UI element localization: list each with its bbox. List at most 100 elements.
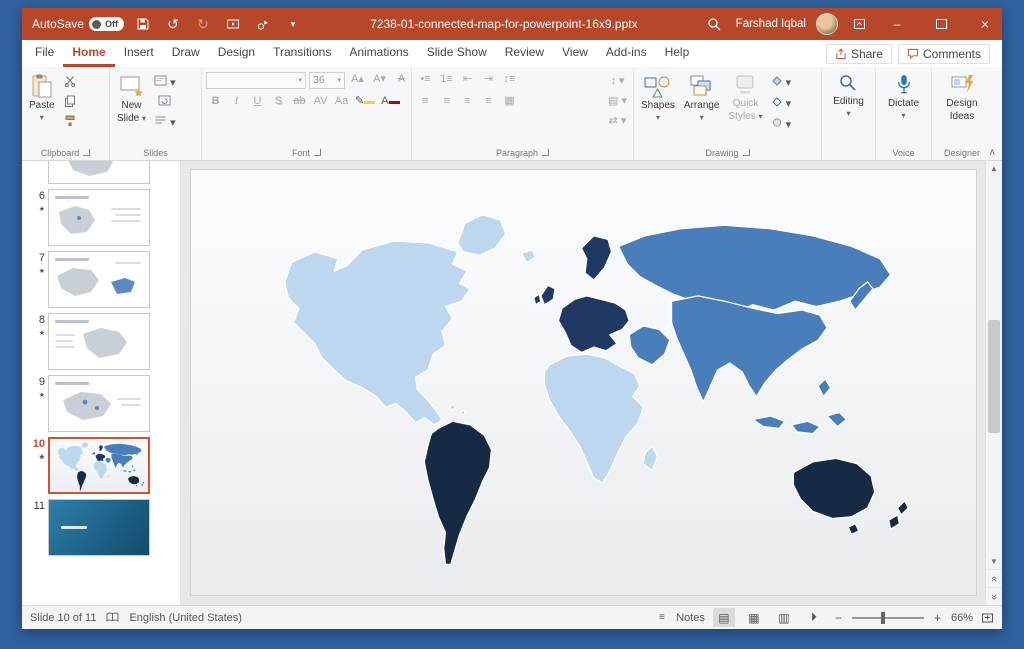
layout-button[interactable]: ▾ — [152, 74, 178, 92]
editing-button[interactable]: Editing ▾ — [830, 71, 867, 120]
clear-formatting-button[interactable]: A — [392, 71, 411, 89]
slideshow-view-button[interactable]: ⏵ — [803, 608, 825, 627]
clipboard-dialog-launcher[interactable] — [83, 149, 91, 156]
maximize-button[interactable] — [924, 8, 958, 40]
zoom-slider[interactable] — [851, 611, 924, 624]
bold-button[interactable]: B — [206, 93, 225, 111]
world-map[interactable] — [230, 197, 937, 568]
align-left-button[interactable]: ≡ — [416, 93, 435, 111]
search-button[interactable] — [704, 13, 726, 35]
convert-smartart-button[interactable]: ⇄ ▾ — [606, 113, 629, 131]
redo-button[interactable]: ↻ — [192, 13, 214, 35]
tab-add-ins[interactable]: Add-ins — [597, 40, 656, 67]
close-button[interactable]: × — [968, 8, 1002, 40]
zoom-out-button[interactable]: − — [833, 611, 844, 625]
slide-6-thumbnail[interactable] — [48, 189, 150, 246]
arrange-button[interactable]: Arrange ▾ — [681, 71, 723, 124]
shape-fill-button[interactable]: ▾ — [769, 74, 794, 92]
tab-slide-show[interactable]: Slide Show — [418, 40, 496, 67]
increase-indent-button[interactable]: ⇥ — [479, 71, 498, 89]
save-button[interactable] — [132, 13, 154, 35]
start-from-beginning-button[interactable] — [222, 13, 244, 35]
language-indicator[interactable]: English (United States) — [129, 612, 242, 624]
slide-9-thumbnail[interactable] — [48, 375, 150, 432]
reading-view-button[interactable]: ▥ — [773, 608, 795, 627]
decrease-indent-button[interactable]: ⇤ — [458, 71, 477, 89]
scrollbar-track[interactable] — [986, 176, 1002, 554]
format-painter-button[interactable] — [61, 114, 80, 132]
slide-5-thumbnail[interactable] — [48, 161, 150, 184]
customize-qat-button[interactable]: ▾ — [282, 13, 304, 35]
vertical-scrollbar[interactable]: ▲ ▼ « » — [985, 161, 1002, 605]
slide-10-thumbnail[interactable] — [48, 437, 150, 494]
numbering-button[interactable]: 1≡ — [437, 71, 456, 89]
autosave-toggle[interactable]: AutoSave Off — [32, 17, 125, 31]
slide-7-thumbnail[interactable] — [48, 251, 150, 308]
columns-button[interactable]: ▦ — [500, 93, 519, 111]
tab-animations[interactable]: Animations — [340, 40, 417, 67]
share-button[interactable]: Share — [825, 43, 892, 64]
align-text-button[interactable]: ▤ ▾ — [606, 93, 629, 111]
collapse-ribbon-button[interactable]: ∧ — [989, 147, 996, 158]
shape-outline-button[interactable]: ▾ — [769, 95, 794, 113]
underline-button[interactable]: U — [248, 93, 267, 111]
slide-11-thumbnail[interactable] — [48, 499, 150, 556]
next-slide-button[interactable]: » — [986, 587, 1002, 605]
cut-button[interactable] — [61, 74, 80, 92]
change-case-button[interactable]: Aa — [332, 93, 351, 111]
tab-transitions[interactable]: Transitions — [264, 40, 340, 67]
tab-insert[interactable]: Insert — [115, 40, 163, 67]
increase-font-button[interactable]: A▴ — [348, 71, 367, 89]
notes-button[interactable]: ≡ Notes — [659, 608, 705, 627]
slide-sorter-view-button[interactable]: ▦ — [743, 608, 765, 627]
text-direction-button[interactable]: ↕ ▾ — [606, 73, 629, 91]
fit-slide-icon[interactable] — [981, 612, 994, 624]
tab-file[interactable]: File — [26, 40, 63, 67]
user-name[interactable]: Farshad Iqbal — [736, 18, 806, 30]
copy-button[interactable] — [61, 94, 80, 112]
previous-slide-button[interactable]: « — [986, 569, 1002, 587]
align-center-button[interactable]: ≡ — [437, 93, 456, 111]
zoom-level[interactable]: 66% — [951, 612, 973, 624]
undo-button[interactable]: ↺ — [162, 13, 184, 35]
paste-button[interactable]: Paste ▾ — [26, 71, 58, 124]
align-right-button[interactable]: ≡ — [458, 93, 477, 111]
new-slide-button[interactable]: New Slide ▾ — [114, 71, 149, 126]
design-ideas-button[interactable]: Design Ideas — [943, 71, 980, 124]
highlight-color-button[interactable]: ✎ — [353, 93, 377, 111]
text-shadow-button[interactable]: S — [269, 93, 288, 111]
justify-button[interactable]: ≡ — [479, 93, 498, 111]
avatar[interactable] — [816, 13, 838, 35]
tab-help[interactable]: Help — [656, 40, 699, 67]
scroll-down-button[interactable]: ▼ — [986, 554, 1002, 569]
dictate-button[interactable]: Dictate ▾ — [885, 71, 922, 122]
scrollbar-thumb[interactable] — [988, 319, 1000, 434]
reset-button[interactable] — [152, 94, 178, 112]
font-color-button[interactable]: A — [379, 93, 401, 111]
shapes-button[interactable]: Shapes ▾ — [638, 71, 678, 124]
font-dialog-launcher[interactable] — [314, 149, 321, 156]
tab-design[interactable]: Design — [209, 40, 264, 67]
character-spacing-button[interactable]: AV — [311, 93, 330, 111]
quick-styles-button[interactable]: Quick Styles ▾ — [726, 71, 766, 124]
tab-review[interactable]: Review — [496, 40, 553, 67]
normal-view-button[interactable]: ▤ — [712, 608, 735, 627]
minimize-button[interactable]: – — [880, 8, 914, 40]
bullets-button[interactable]: •≡ — [416, 71, 435, 89]
slide-8-thumbnail[interactable] — [48, 313, 150, 370]
tab-draw[interactable]: Draw — [163, 40, 209, 67]
tab-view[interactable]: View — [553, 40, 597, 67]
scroll-up-button[interactable]: ▲ — [986, 161, 1002, 176]
strikethrough-button[interactable]: ab — [290, 93, 309, 111]
section-button[interactable]: ▾ — [152, 114, 178, 132]
slide-info[interactable]: Slide 10 of 11 — [30, 612, 96, 624]
drawing-dialog-launcher[interactable] — [742, 149, 750, 156]
tab-home[interactable]: Home — [63, 40, 115, 67]
line-spacing-button[interactable]: ↕≡ — [500, 71, 519, 89]
proofing-book-icon[interactable] — [106, 612, 119, 623]
italic-button[interactable]: I — [227, 93, 246, 111]
zoom-in-button[interactable]: + — [932, 611, 943, 625]
zoom-slider-thumb[interactable] — [880, 611, 885, 624]
ribbon-display-options-button[interactable] — [848, 13, 870, 35]
comments-button[interactable]: Comments — [897, 43, 990, 64]
